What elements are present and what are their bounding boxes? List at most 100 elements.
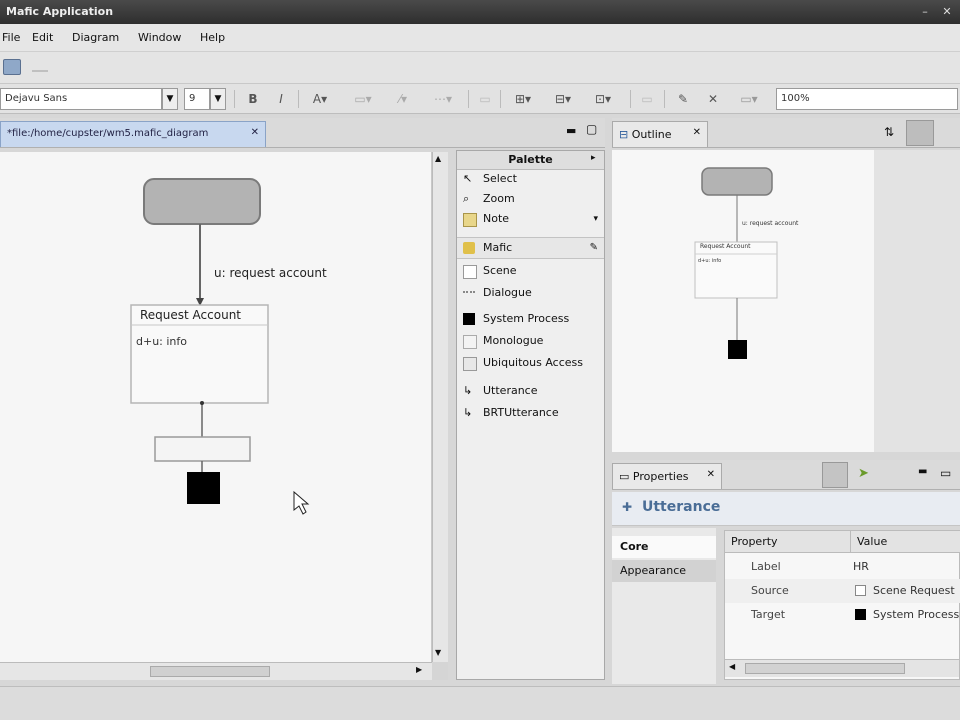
outline-view[interactable]: u: request account Request Account d+u: … [612, 150, 874, 452]
menu-help[interactable]: Help [200, 31, 225, 44]
diagram-svg [130, 178, 310, 515]
page-icon[interactable]: ▭▾ [734, 90, 764, 108]
table-row[interactable]: Label HR [725, 555, 960, 579]
mini-scene-node [694, 241, 778, 299]
close-button[interactable]: ✕ [940, 6, 954, 18]
scene-title[interactable]: Request Account [140, 308, 241, 322]
arrow-pointer-icon: ↖ [463, 172, 473, 185]
maximize-icon[interactable]: ▭ [940, 466, 951, 480]
palette-item-ubiquitous-access[interactable]: Ubiquitous Access [457, 353, 604, 373]
pin-icon[interactable]: ✎ [590, 238, 598, 258]
table-row[interactable]: Source Scene Request [725, 579, 960, 603]
scroll-up-icon[interactable]: ▲ [435, 154, 441, 163]
transition-label[interactable]: u: request account [214, 266, 327, 280]
palette-item-utterance[interactable]: ↳ Utterance [457, 381, 604, 401]
palette-item-system-process[interactable]: System Process [457, 309, 604, 329]
forward-icon[interactable]: ➤ [858, 466, 869, 481]
vertical-scrollbar[interactable]: ▲ ▼ [432, 152, 448, 662]
menu-bar: File Edit Diagram Window Help [0, 24, 960, 52]
properties-header: ✚ Utterance [612, 492, 960, 526]
palette-drawer-mafic[interactable]: Mafic ✎ [457, 237, 604, 259]
label-box[interactable] [154, 436, 251, 462]
properties-icon: ▭ [619, 470, 633, 483]
mini-scene-body: d+u: info [698, 258, 722, 264]
separator [664, 90, 665, 108]
sort-icon[interactable]: ⇅ [884, 125, 894, 139]
disabled-tool-icon [32, 64, 48, 72]
properties-table: Property Value Label HR Source Scene Req… [724, 530, 960, 680]
palette-collapse-icon[interactable]: ▸ [591, 153, 596, 163]
close-icon[interactable]: ✕ [707, 469, 715, 480]
font-name-dropdown[interactable]: ▼ [162, 88, 178, 110]
system-process-node[interactable] [187, 472, 220, 504]
diagram-canvas[interactable]: u: request account Request Account d+u: … [0, 152, 432, 662]
menu-window[interactable]: Window [138, 31, 181, 44]
maximize-icon[interactable]: ▢ [586, 122, 597, 136]
column-header-value[interactable]: Value [851, 531, 960, 553]
mouse-cursor-icon [293, 490, 310, 515]
palette-item-monologue[interactable]: Monologue [457, 331, 604, 351]
palette-item-select[interactable]: ↖ Select [457, 169, 604, 189]
palette-item-brtutterance[interactable]: ↳ BRTUtterance [457, 403, 604, 423]
separator [468, 90, 469, 108]
section-tab-core[interactable]: Core [612, 536, 716, 558]
fill-color-icon[interactable]: ▭▾ [350, 90, 376, 108]
editor-tab[interactable]: *file:/home/cupster/wm5.mafic_diagram ✕ [0, 121, 266, 147]
scroll-right-icon[interactable]: ▶ [416, 665, 422, 674]
palette-item-zoom[interactable]: ⌕ Zoom [457, 189, 604, 209]
distribute-icon[interactable]: ⊟▾ [548, 90, 578, 108]
note-icon [463, 213, 477, 227]
scroll-down-icon[interactable]: ▼ [435, 648, 441, 657]
menu-edit[interactable]: Edit [32, 31, 53, 44]
mini-transition-label: u: request account [742, 220, 799, 227]
close-icon[interactable]: ✕ [251, 127, 259, 138]
italic-button[interactable]: I [272, 90, 290, 108]
scroll-thumb[interactable] [150, 666, 270, 677]
table-row[interactable]: Target System Process [725, 603, 960, 627]
scroll-thumb[interactable] [745, 663, 905, 674]
menu-file[interactable]: File [2, 31, 20, 44]
font-name-combo[interactable]: Dejavu Sans [0, 88, 162, 110]
section-tab-appearance[interactable]: Appearance [612, 560, 716, 582]
separator [298, 90, 299, 108]
properties-hscrollbar[interactable]: ◀ [725, 659, 959, 677]
horizontal-scrollbar[interactable]: ▶ [0, 662, 432, 680]
scroll-down-icon[interactable]: ▾ [593, 209, 598, 229]
overview-toggle-icon[interactable] [906, 120, 934, 146]
window-title: Mafic Application [6, 5, 114, 18]
palette-item-scene[interactable]: Scene [457, 261, 604, 281]
align-icon[interactable]: ⊞▾ [508, 90, 538, 108]
close-icon[interactable]: ✕ [693, 127, 701, 138]
scroll-left-icon[interactable]: ◀ [729, 662, 735, 671]
outline-tab[interactable]: ⊟ Outline ✕ [612, 121, 708, 147]
save-icon[interactable] [3, 59, 21, 75]
delete-icon[interactable]: ✕ [704, 90, 722, 108]
column-header-property[interactable]: Property [725, 531, 851, 553]
line-style-icon[interactable]: ⋯▾ [428, 90, 458, 108]
minimize-icon[interactable]: ▬ [566, 124, 576, 137]
dialogue-icon [463, 291, 475, 299]
font-color-button[interactable]: A▾ [308, 90, 332, 108]
pin-view-icon[interactable] [822, 462, 848, 488]
pencil-icon[interactable]: ✎ [674, 90, 692, 108]
menu-diagram[interactable]: Diagram [72, 31, 119, 44]
palette-title: Palette [457, 151, 604, 170]
font-size-dropdown[interactable]: ▼ [210, 88, 226, 110]
zoom-combo[interactable]: 100% [776, 88, 958, 110]
outline-tab-bar: ⊟ Outline ✕ ⇅ [612, 118, 960, 148]
arrange-icon[interactable]: ⊡▾ [588, 90, 618, 108]
palette-item-note[interactable]: Note ▾ [457, 209, 604, 229]
view-menu-icon[interactable]: ▬ [918, 466, 927, 477]
separator [500, 90, 501, 108]
properties-tab[interactable]: ▭ Properties ✕ [612, 463, 722, 489]
font-color-icon: A [312, 92, 322, 106]
properties-tab-label: Properties [632, 470, 689, 483]
line-color-icon[interactable]: ⁄▾ [390, 90, 416, 108]
font-size-combo[interactable]: 9 [184, 88, 210, 110]
disabled-icon: ▭ [479, 92, 491, 106]
start-node[interactable] [143, 178, 261, 225]
scene-body[interactable]: d+u: info [136, 335, 187, 348]
palette-item-dialogue[interactable]: Dialogue [457, 283, 604, 303]
bold-button[interactable]: B [244, 90, 262, 108]
minimize-button[interactable]: – [918, 6, 932, 18]
